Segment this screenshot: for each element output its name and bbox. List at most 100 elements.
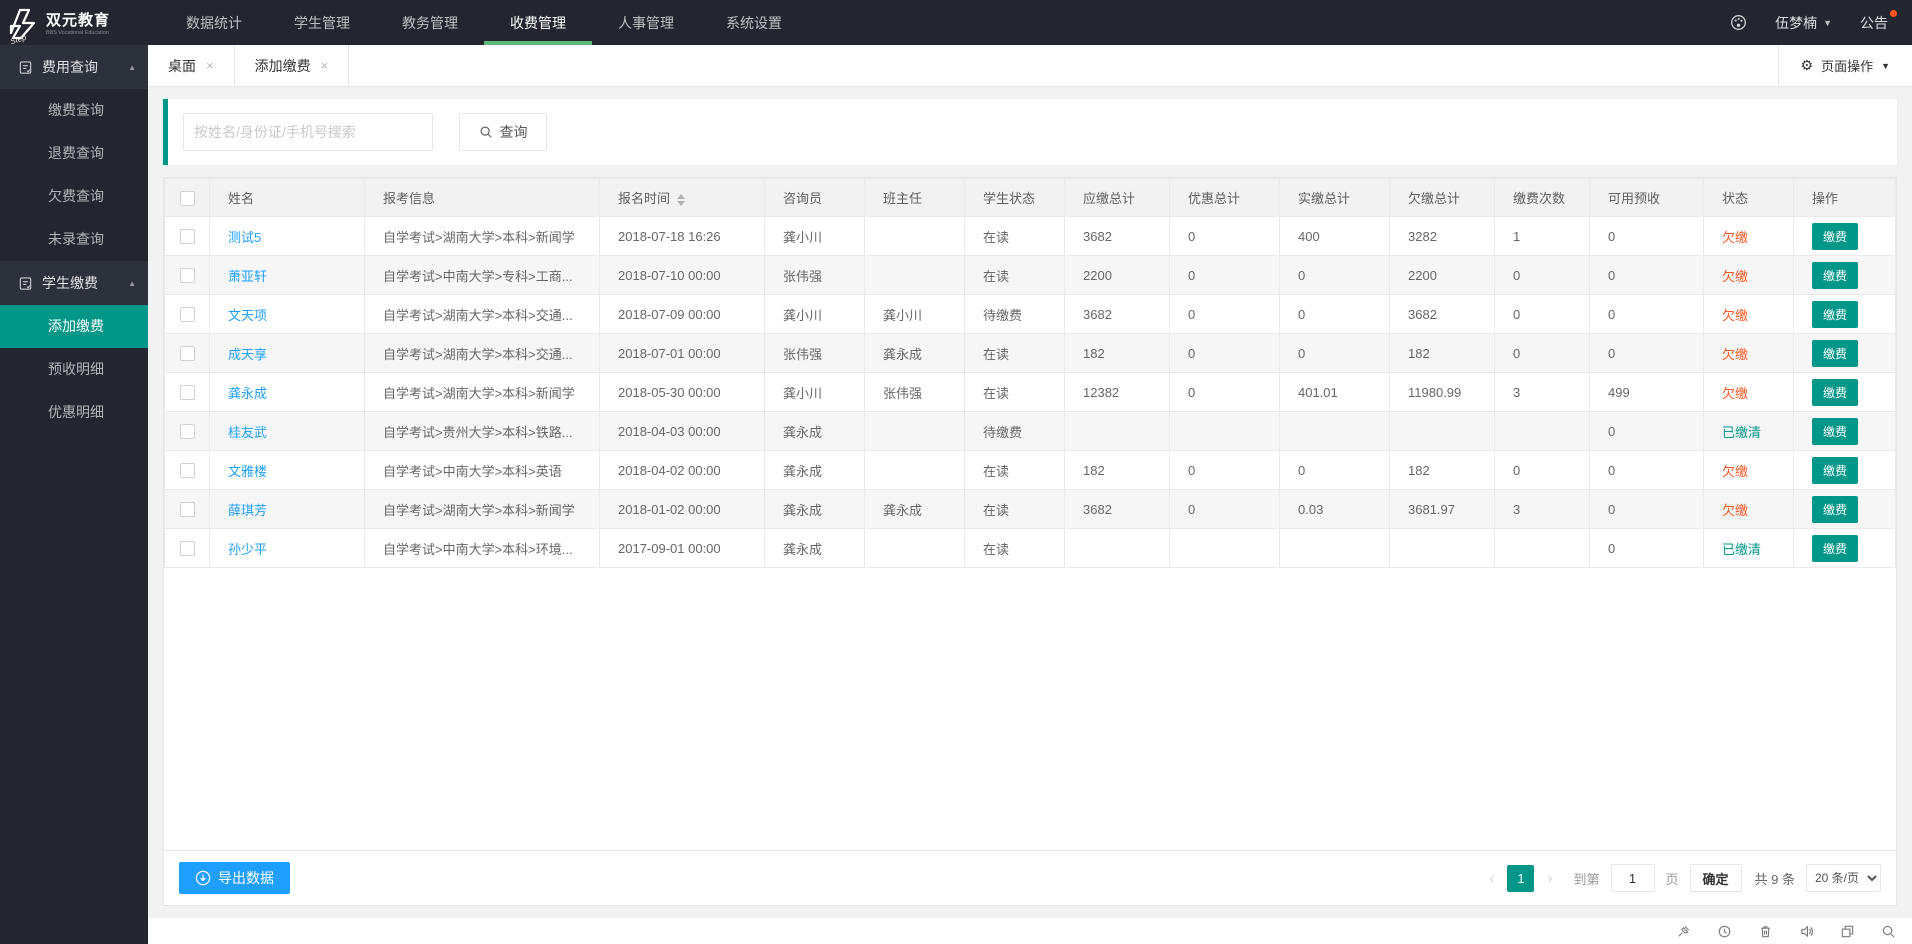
cell-teacher: 龚永成	[865, 490, 965, 529]
cell-pay-count: 3	[1495, 490, 1590, 529]
user-menu[interactable]: 伍梦楠 ▼	[1775, 13, 1832, 33]
cell-owed-total: 182	[1390, 451, 1495, 490]
row-checkbox[interactable]	[180, 424, 195, 439]
sidebar-item-欠费查询[interactable]: 欠费查询	[0, 175, 148, 218]
pay-button[interactable]: 缴费	[1812, 379, 1858, 406]
sidebar-item-未录查询[interactable]: 未录查询	[0, 218, 148, 261]
tab-desktop[interactable]: 桌面 ×	[148, 45, 234, 86]
row-checkbox[interactable]	[180, 463, 195, 478]
nav-item-系统设置[interactable]: 系统设置	[700, 0, 808, 45]
student-name-link[interactable]: 文雅楼	[228, 464, 267, 479]
nav-item-人事管理[interactable]: 人事管理	[592, 0, 700, 45]
cell-pay-count: 0	[1495, 451, 1590, 490]
sidebar-item-退费查询[interactable]: 退费查询	[0, 132, 148, 175]
confirm-page-button[interactable]: 确定	[1690, 864, 1742, 892]
next-page-button[interactable]: ›	[1545, 870, 1554, 887]
notice-link[interactable]: 公告	[1860, 13, 1894, 33]
student-name-link[interactable]: 成天享	[228, 347, 267, 362]
cell-actions: 缴费	[1794, 373, 1896, 412]
search-input[interactable]	[183, 113, 433, 151]
pay-button[interactable]: 缴费	[1812, 262, 1858, 289]
cell-owed-total: 182	[1390, 334, 1495, 373]
column-header-姓名: 姓名	[210, 179, 365, 217]
student-name-link[interactable]: 桂友武	[228, 425, 267, 440]
cell-teacher: 龚小川	[865, 295, 965, 334]
row-checkbox[interactable]	[180, 502, 195, 517]
pay-button[interactable]: 缴费	[1812, 496, 1858, 523]
page-size-select[interactable]: 20 条/页	[1806, 864, 1881, 892]
student-name-link[interactable]: 萧亚轩	[228, 269, 267, 284]
window-restore-icon[interactable]	[1840, 924, 1855, 939]
row-checkbox[interactable]	[180, 307, 195, 322]
nav-item-数据统计[interactable]: 数据统计	[160, 0, 268, 45]
pay-button[interactable]: 缴费	[1812, 340, 1858, 367]
main-nav: 数据统计学生管理教务管理收费管理人事管理系统设置	[160, 0, 808, 45]
student-name-link[interactable]: 文天项	[228, 308, 267, 323]
pay-button[interactable]: 缴费	[1812, 223, 1858, 250]
zoom-search-icon[interactable]	[1881, 924, 1896, 939]
nav-item-教务管理[interactable]: 教务管理	[376, 0, 484, 45]
cell-consultant: 龚永成	[765, 451, 865, 490]
row-checkbox[interactable]	[180, 268, 195, 283]
prev-page-button[interactable]: ‹	[1487, 870, 1496, 887]
select-all-checkbox[interactable]	[180, 191, 195, 206]
row-checkbox[interactable]	[180, 346, 195, 361]
goto-page-input[interactable]	[1611, 864, 1655, 892]
row-checkbox[interactable]	[180, 229, 195, 244]
history-icon[interactable]	[1717, 924, 1732, 939]
pay-button[interactable]: 缴费	[1812, 301, 1858, 328]
gear-icon: ⚙	[1801, 57, 1814, 74]
pagination: ‹ 1 › 到第 页 确定 共 9 条 20 条/页	[1487, 864, 1881, 892]
row-checkbox[interactable]	[180, 541, 195, 556]
row-checkbox[interactable]	[180, 385, 195, 400]
nav-item-收费管理[interactable]: 收费管理	[484, 0, 592, 45]
table-row: 孙少平自学考试>中南大学>本科>环境...2017-09-01 00:00龚永成…	[165, 529, 1896, 568]
cell-program: 自学考试>湖南大学>本科>新闻学	[365, 373, 600, 412]
cell-pay-count: 0	[1495, 256, 1590, 295]
cell-student-status: 待缴费	[965, 295, 1065, 334]
sidebar-section-费用查询[interactable]: 费用查询▲	[0, 45, 148, 89]
theme-palette-icon[interactable]	[1730, 14, 1747, 31]
cell-date: 2018-04-03 00:00	[600, 412, 765, 451]
close-icon[interactable]: ×	[321, 58, 329, 73]
sidebar-item-优惠明细[interactable]: 优惠明细	[0, 391, 148, 434]
pay-button[interactable]: 缴费	[1812, 457, 1858, 484]
student-name-link[interactable]: 龚永成	[228, 386, 267, 401]
speaker-icon[interactable]	[1799, 924, 1814, 939]
sidebar-section-学生缴费[interactable]: 学生缴费▲	[0, 261, 148, 305]
cell-due-total	[1065, 529, 1170, 568]
close-icon[interactable]: ×	[206, 58, 214, 73]
column-header-报名时间: 报名时间	[600, 179, 765, 217]
cell-pay-count: 1	[1495, 217, 1590, 256]
cell-consultant: 张伟强	[765, 256, 865, 295]
trash-icon[interactable]	[1758, 924, 1773, 939]
pay-button[interactable]: 缴费	[1812, 418, 1858, 445]
search-icon	[479, 125, 493, 139]
table-header-row: 姓名报考信息报名时间咨询员班主任学生状态应缴总计优惠总计实缴总计欠缴总计缴费次数…	[165, 179, 1896, 217]
app-logo: Step 双元教育 BBS Vocational Education	[0, 0, 148, 45]
cell-prepaid: 0	[1590, 490, 1704, 529]
cell-teacher	[865, 256, 965, 295]
student-name-link[interactable]: 孙少平	[228, 542, 267, 557]
cell-prepaid: 0	[1590, 217, 1704, 256]
cell-discount-total	[1170, 412, 1280, 451]
cell-due-total: 2200	[1065, 256, 1170, 295]
page-actions-button[interactable]: ⚙ 页面操作 ▼	[1778, 45, 1912, 86]
student-name-link[interactable]: 测试5	[228, 230, 261, 245]
sidebar-item-缴费查询[interactable]: 缴费查询	[0, 89, 148, 132]
cell-program: 自学考试>湖南大学>本科>新闻学	[365, 490, 600, 529]
export-data-button[interactable]: 导出数据	[179, 862, 290, 894]
nav-item-学生管理[interactable]: 学生管理	[268, 0, 376, 45]
pay-button[interactable]: 缴费	[1812, 535, 1858, 562]
student-name-link[interactable]: 薛琪芳	[228, 503, 267, 518]
sidebar-item-预收明细[interactable]: 预收明细	[0, 348, 148, 391]
current-page-button[interactable]: 1	[1507, 865, 1534, 892]
sidebar-item-添加缴费[interactable]: 添加缴费	[0, 305, 148, 348]
cell-consultant: 龚永成	[765, 529, 865, 568]
search-button[interactable]: 查询	[459, 113, 547, 151]
sort-icon[interactable]	[677, 194, 685, 206]
tab-add-payment[interactable]: 添加缴费 ×	[234, 45, 350, 86]
cell-owed-total: 11980.99	[1390, 373, 1495, 412]
pin-icon[interactable]	[1676, 924, 1691, 939]
cell-date: 2018-07-09 00:00	[600, 295, 765, 334]
